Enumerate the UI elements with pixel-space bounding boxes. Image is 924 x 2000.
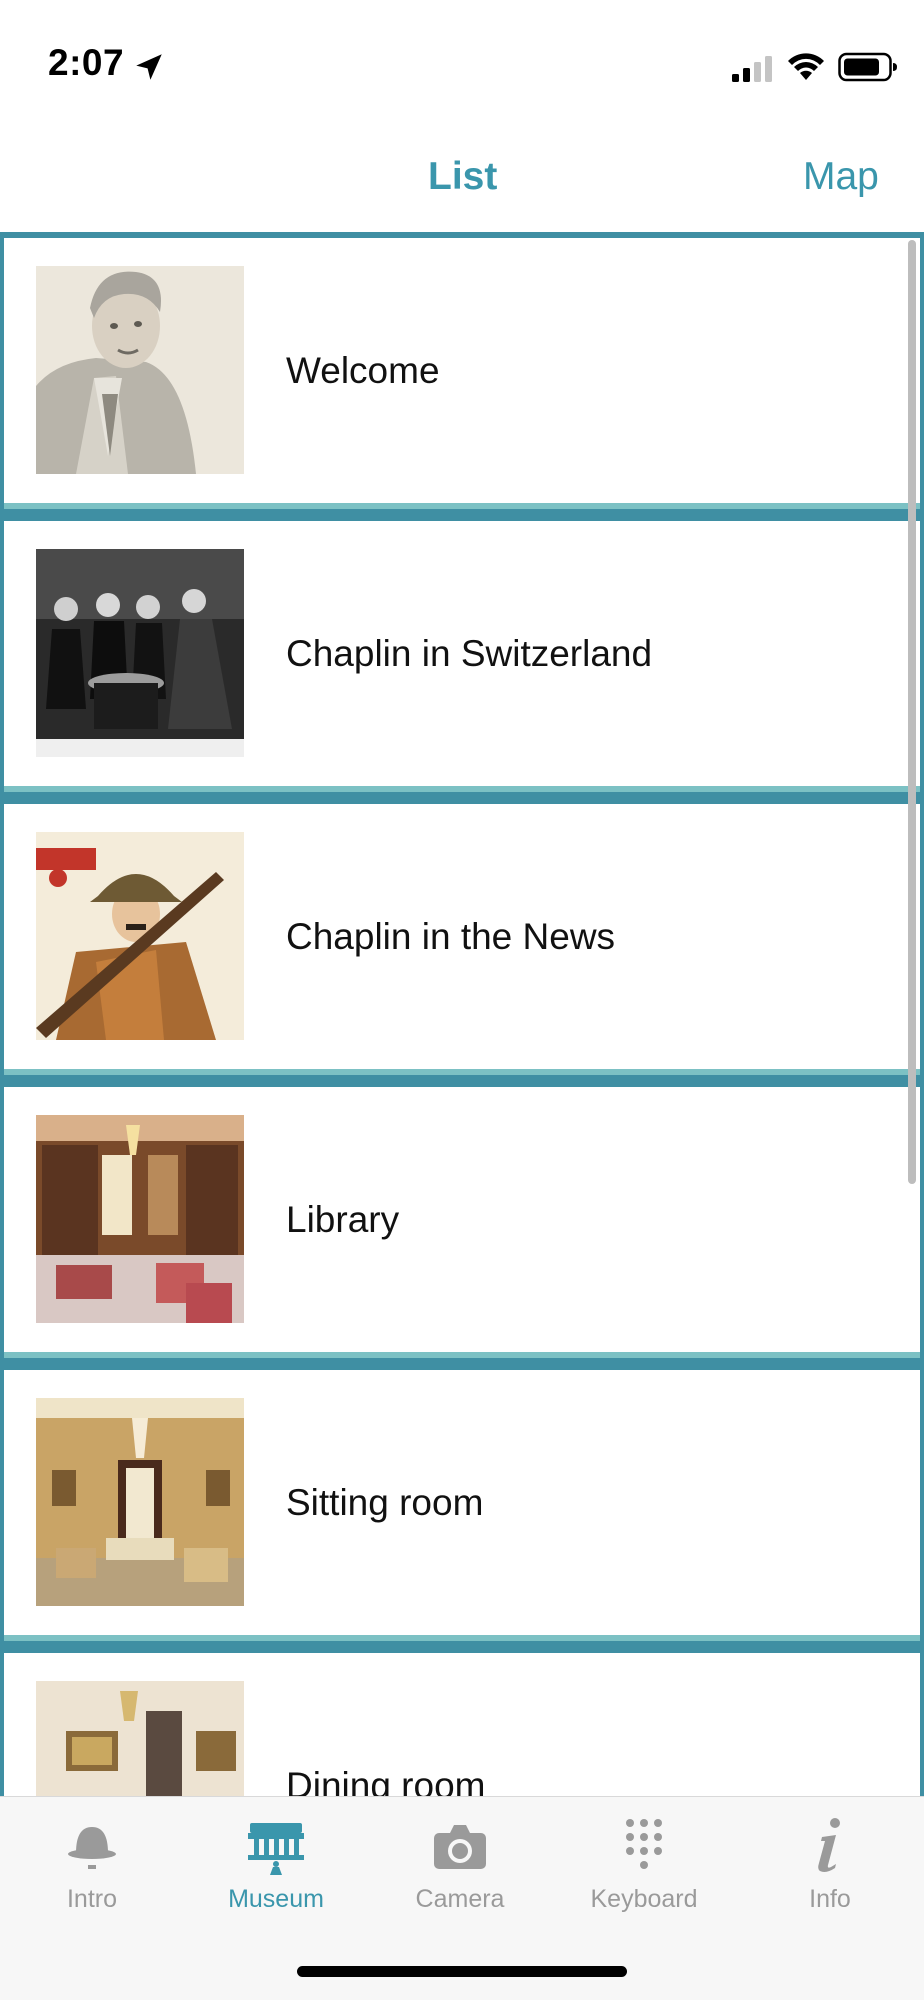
list-item[interactable]: Welcome — [0, 232, 924, 515]
list-item[interactable]: Chaplin in the News — [0, 798, 924, 1081]
magazine-cover-thumbnail — [36, 832, 244, 1040]
camera-icon — [434, 1825, 486, 1869]
tab-camera-label: Camera — [415, 1885, 505, 1913]
museum-building-icon — [248, 1823, 304, 1875]
home-indicator[interactable] — [297, 1966, 627, 1977]
group-photo-thumbnail — [36, 549, 244, 757]
bowler-hat-icon — [68, 1827, 116, 1869]
battery-icon — [838, 52, 897, 82]
list-item-title: Chaplin in Switzerland — [286, 633, 653, 674]
list-item-card[interactable]: Sitting room — [4, 1370, 920, 1641]
screen: 2:07 List Map Welcome Chaplin in Switzer… — [0, 0, 924, 2000]
scroll-indicator[interactable] — [908, 240, 916, 1184]
list-item[interactable]: Dining room — [0, 1647, 924, 1796]
info-icon — [818, 1818, 840, 1872]
keypad-icon — [626, 1819, 662, 1869]
list-item-title: Dining room — [286, 1765, 486, 1796]
tab-keyboard-label: Keyboard — [590, 1885, 698, 1913]
list-item-title: Sitting room — [286, 1482, 484, 1523]
tab-map[interactable]: Map — [803, 155, 879, 199]
tab-camera[interactable]: Camera — [368, 1817, 552, 1927]
sitting-room-photo-thumbnail — [36, 1398, 244, 1606]
tab-museum[interactable]: Museum — [184, 1817, 368, 1927]
list-item[interactable]: Library — [0, 1081, 924, 1364]
list-item-title: Welcome — [286, 350, 440, 391]
list-item-card[interactable]: Welcome — [4, 238, 920, 509]
list-map-header: List Map — [0, 135, 924, 232]
status-bar: 2:07 — [0, 0, 924, 135]
museum-list[interactable]: Welcome Chaplin in Switzerland Chaplin i… — [0, 232, 924, 1796]
list-item-card[interactable]: Library — [4, 1087, 920, 1358]
tab-list[interactable]: List — [428, 155, 497, 199]
list-item-card[interactable]: Chaplin in Switzerland — [4, 521, 920, 792]
list-item[interactable]: Sitting room — [0, 1364, 924, 1647]
list-item-title: Chaplin in the News — [286, 916, 616, 957]
location-arrow-icon — [136, 54, 162, 80]
tab-keyboard[interactable]: Keyboard — [552, 1817, 736, 1927]
tab-info[interactable]: Info — [738, 1817, 922, 1927]
list-item[interactable]: Chaplin in Switzerland — [0, 515, 924, 798]
dining-room-photo-thumbnail — [36, 1681, 244, 1796]
portrait-photo-thumbnail — [36, 266, 244, 474]
tab-museum-label: Museum — [228, 1885, 324, 1913]
tab-intro[interactable]: Intro — [0, 1817, 184, 1927]
status-time: 2:07 — [48, 42, 125, 83]
cellular-signal-icon — [732, 56, 772, 82]
list-item-title: Library — [286, 1199, 400, 1240]
tab-intro-label: Intro — [66, 1885, 118, 1913]
list-item-card[interactable]: Chaplin in the News — [4, 804, 920, 1075]
tab-info-label: Info — [809, 1885, 851, 1913]
wifi-icon — [788, 53, 824, 80]
list-item-card[interactable]: Dining room — [4, 1653, 920, 1796]
library-photo-thumbnail — [36, 1115, 244, 1323]
